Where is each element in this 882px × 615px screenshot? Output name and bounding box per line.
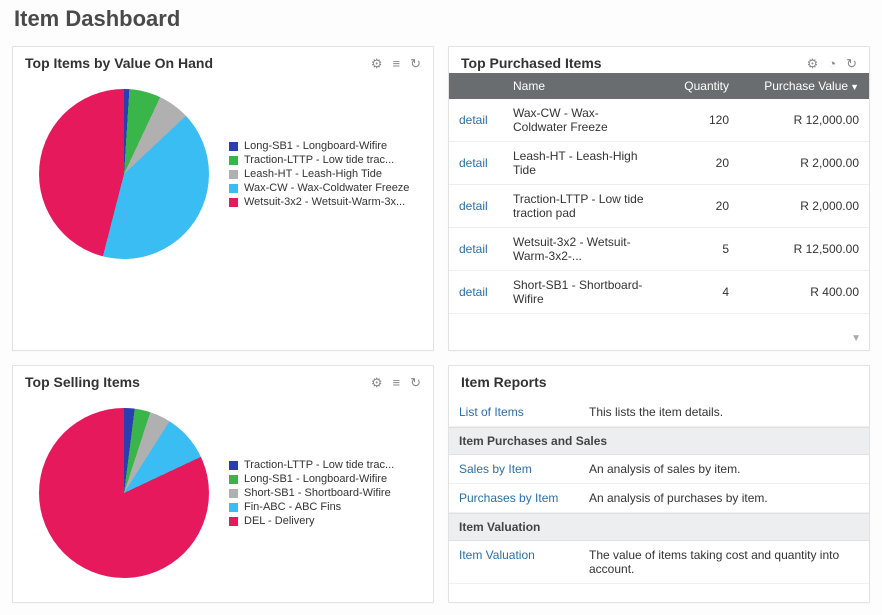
legend-swatch [229,184,238,193]
detail-link[interactable]: detail [459,242,488,256]
cell-purchase-value: R 2,000.00 [739,185,869,228]
purchased-items-table: Name Quantity Purchase Value▼ detail Wax-… [449,73,869,314]
panel-top-items-by-value: Top Items by Value On Hand Long-SB1 - Lo… [12,46,434,351]
gear-icon[interactable] [371,57,383,70]
report-row: Item Valuation The value of items taking … [449,541,869,584]
table-row: detail Traction-LTTP - Low tide traction … [449,185,869,228]
report-link[interactable]: List of Items [459,405,524,419]
legend-item: Short-SB1 - Shortboard-Wifire [229,487,394,499]
legend-item: DEL - Delivery [229,515,394,527]
cell-quantity: 20 [659,185,739,228]
scroll-down-icon[interactable]: ▼ [851,333,861,344]
cell-name: Leash-HT - Leash-High Tide [503,142,659,185]
sort-desc-icon: ▼ [850,82,859,92]
detail-link[interactable]: detail [459,199,488,213]
refresh-icon[interactable] [846,57,857,70]
legend-item: Fin-ABC - ABC Fins [229,501,394,513]
legend-item: Traction-LTTP - Low tide trac... [229,154,409,166]
legend-label: Long-SB1 - Longboard-Wifire [244,140,387,152]
report-description: This lists the item details. [589,405,723,419]
report-section-heading: Item Purchases and Sales [449,427,869,455]
cell-name: Short-SB1 - Shortboard-Wifire [503,271,659,314]
panel-top-selling-items: Top Selling Items Traction-LTTP - Low ti… [12,365,434,603]
report-link[interactable]: Item Valuation [459,548,535,562]
cell-purchase-value: R 400.00 [739,271,869,314]
report-row: List of Items This lists the item details… [449,398,869,427]
cell-name: Wax-CW - Wax-Coldwater Freeze [503,99,659,142]
table-row: detail Short-SB1 - Shortboard-Wifire4R 40… [449,271,869,314]
legend-swatch [229,198,238,207]
legend-swatch [229,170,238,179]
cell-purchase-value: R 2,000.00 [739,142,869,185]
col-name[interactable]: Name [503,73,659,99]
report-row: Sales by Item An analysis of sales by ite… [449,455,869,484]
pie-chart-value-on-hand [39,89,209,259]
legend-label: Wetsuit-3x2 - Wetsuit-Warm-3x... [244,196,405,208]
gear-icon[interactable] [807,57,819,70]
legend-label: Traction-LTTP - Low tide trac... [244,459,394,471]
legend-item: Leash-HT - Leash-High Tide [229,168,409,180]
table-row: detail Leash-HT - Leash-High Tide20R 2,00… [449,142,869,185]
legend-swatch [229,489,238,498]
list-icon[interactable] [393,376,401,389]
legend-swatch [229,475,238,484]
legend-swatch [229,156,238,165]
cell-name: Traction-LTTP - Low tide traction pad [503,185,659,228]
cell-quantity: 4 [659,271,739,314]
legend-item: Long-SB1 - Longboard-Wifire [229,473,394,485]
cell-quantity: 120 [659,99,739,142]
legend-swatch [229,503,238,512]
report-description: The value of items taking cost and quant… [589,548,859,576]
legend-swatch [229,461,238,470]
cell-quantity: 20 [659,142,739,185]
refresh-icon[interactable] [410,376,421,389]
list-icon[interactable] [393,57,401,70]
chart-legend: Traction-LTTP - Low tide trac... Long-SB1… [229,457,394,529]
table-row: detail Wax-CW - Wax-Coldwater Freeze120R … [449,99,869,142]
legend-item: Long-SB1 - Longboard-Wifire [229,140,409,152]
legend-label: Leash-HT - Leash-High Tide [244,168,382,180]
report-link[interactable]: Sales by Item [459,462,532,476]
page-title: Item Dashboard [14,6,870,32]
report-section-heading: Item Valuation [449,513,869,541]
report-link[interactable]: Purchases by Item [459,491,558,505]
legend-label: Traction-LTTP - Low tide trac... [244,154,394,166]
cell-purchase-value: R 12,500.00 [739,228,869,271]
legend-label: DEL - Delivery [244,515,315,527]
panel-title: Top Selling Items [25,374,140,390]
report-description: An analysis of purchases by item. [589,491,768,505]
legend-label: Wax-CW - Wax-Coldwater Freeze [244,182,409,194]
col-purchase-value[interactable]: Purchase Value▼ [739,73,869,99]
cell-quantity: 5 [659,228,739,271]
report-description: An analysis of sales by item. [589,462,740,476]
panel-title: Item Reports [461,374,547,390]
gear-icon[interactable] [371,376,383,389]
detail-link[interactable]: detail [459,156,488,170]
legend-swatch [229,142,238,151]
cell-name: Wetsuit-3x2 - Wetsuit-Warm-3x2-... [503,228,659,271]
panel-item-reports: Item Reports List of Items This lists the… [448,365,870,603]
legend-label: Fin-ABC - ABC Fins [244,501,341,513]
detail-link[interactable]: detail [459,285,488,299]
cell-purchase-value: R 12,000.00 [739,99,869,142]
pie-chart-top-selling [39,408,209,578]
report-row: Purchases by Item An analysis of purchase… [449,484,869,513]
legend-item: Wetsuit-3x2 - Wetsuit-Warm-3x... [229,196,409,208]
panel-title: Top Items by Value On Hand [25,55,213,71]
refresh-icon[interactable] [410,57,421,70]
chart-legend: Long-SB1 - Longboard-Wifire Traction-LTTP… [229,138,409,210]
legend-item: Traction-LTTP - Low tide trac... [229,459,394,471]
col-quantity[interactable]: Quantity [659,73,739,99]
legend-swatch [229,517,238,526]
legend-label: Long-SB1 - Longboard-Wifire [244,473,387,485]
panel-top-purchased-items: Top Purchased Items Name Quantity Purcha… [448,46,870,351]
panel-title: Top Purchased Items [461,55,602,71]
detail-link[interactable]: detail [459,113,488,127]
table-row: detail Wetsuit-3x2 - Wetsuit-Warm-3x2-...… [449,228,869,271]
legend-item: Wax-CW - Wax-Coldwater Freeze [229,182,409,194]
clock-icon[interactable] [828,57,836,70]
legend-label: Short-SB1 - Shortboard-Wifire [244,487,391,499]
